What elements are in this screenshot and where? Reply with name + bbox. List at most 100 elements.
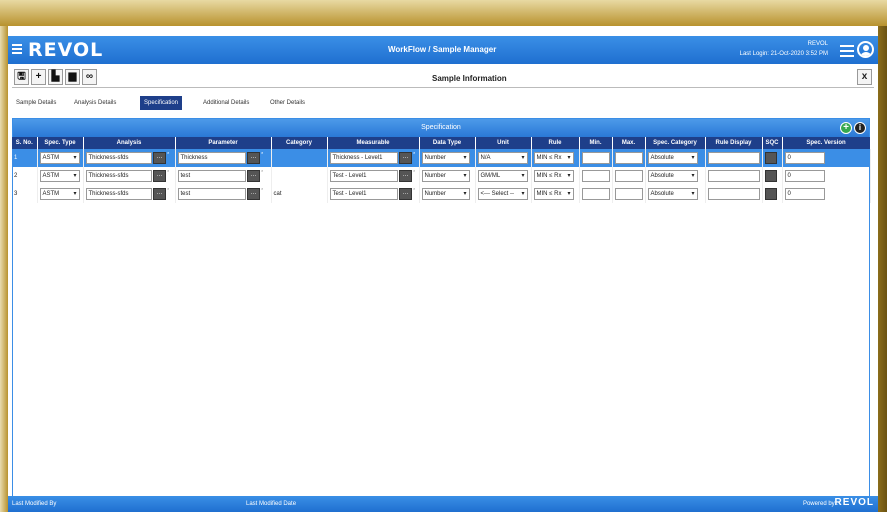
background-frame-left xyxy=(0,26,8,512)
max-input[interactable] xyxy=(614,170,643,182)
sqc-button[interactable] xyxy=(764,170,777,182)
parameter-input[interactable]: test xyxy=(177,170,246,182)
category-cell xyxy=(271,167,328,185)
spec-category-select[interactable]: Absolute ▾ xyxy=(647,152,698,164)
last-modified-date: Last Modified Date xyxy=(246,501,297,507)
measurable-input[interactable]: Test - Level1 xyxy=(329,188,398,200)
tab-analysis-details[interactable]: Analysis Details xyxy=(70,96,120,110)
table-row[interactable]: 1 ASTM ▾ Thickness-sfds … * Thickness … * T… xyxy=(12,149,871,167)
col-header[interactable]: Spec. Type xyxy=(37,137,84,149)
close-button[interactable]: x xyxy=(857,69,872,85)
tab-specification[interactable]: Specification xyxy=(140,96,183,110)
app-window: REVOL WorkFlow / Sample Manager REVOL La… xyxy=(8,26,878,512)
rule-value: MIN ≤ Rx xyxy=(536,191,562,197)
col-header[interactable]: Max. xyxy=(612,137,646,149)
required-marker: * xyxy=(413,188,416,194)
table-row[interactable]: 3 ASTM ▾ Thickness-sfds … * test … * cat Te… xyxy=(12,185,871,203)
col-header[interactable]: Analysis xyxy=(83,137,176,149)
measurable-input[interactable]: Test - Level1 xyxy=(329,170,398,182)
hamburger-menu-icon[interactable] xyxy=(840,45,854,57)
col-header[interactable]: Data Type xyxy=(419,137,476,149)
category-cell xyxy=(271,149,328,167)
rule-display-input[interactable] xyxy=(707,170,760,182)
sqc-button[interactable] xyxy=(764,152,777,164)
header-title: WorkFlow / Sample Manager xyxy=(388,45,497,54)
background-frame-top xyxy=(0,0,887,26)
lookup-button[interactable]: … xyxy=(247,188,261,200)
col-header[interactable]: S. No. xyxy=(12,137,38,149)
spec-category-select[interactable]: Absolute ▾ xyxy=(647,170,698,182)
col-header[interactable]: Rule xyxy=(531,137,580,149)
min-input[interactable] xyxy=(581,188,610,200)
col-header[interactable]: SQC xyxy=(762,137,783,149)
col-header[interactable]: Parameter xyxy=(175,137,272,149)
col-header[interactable]: Min. xyxy=(579,137,613,149)
min-input[interactable] xyxy=(581,170,610,182)
lookup-button[interactable]: … xyxy=(153,170,167,182)
tab-additional-details[interactable]: Additional Details xyxy=(199,96,253,110)
rule-display-input[interactable] xyxy=(707,188,760,200)
factory-icon[interactable]: ▙ xyxy=(48,69,63,85)
parameter-input[interactable]: Thickness xyxy=(177,152,246,164)
spec-type-select[interactable]: ASTM ▾ xyxy=(39,188,80,200)
lookup-button[interactable]: … xyxy=(247,152,261,164)
lookup-button[interactable]: … xyxy=(247,170,261,182)
col-header[interactable]: Measurable xyxy=(327,137,420,149)
save-icon[interactable]: 🖫 xyxy=(14,69,29,85)
spec-category-select[interactable]: Absolute ▾ xyxy=(647,188,698,200)
add-row-icon[interactable]: + xyxy=(840,122,852,134)
spec-category-value: Absolute xyxy=(650,191,674,197)
unit-value: N/A xyxy=(480,155,491,161)
tab-other-details[interactable]: Other Details xyxy=(266,96,309,110)
analysis-input[interactable]: Thickness-sfds xyxy=(85,152,152,164)
min-input[interactable] xyxy=(581,152,610,164)
menu-icon[interactable] xyxy=(12,44,24,55)
binoculars-icon[interactable]: ∞ xyxy=(82,69,97,85)
chevron-down-icon: ▾ xyxy=(567,173,571,179)
data-type-select[interactable]: Number ▾ xyxy=(421,152,470,164)
max-input[interactable] xyxy=(614,152,643,164)
parameter-input[interactable]: test xyxy=(177,188,246,200)
lookup-button[interactable]: … xyxy=(399,188,413,200)
rule-select[interactable]: MIN ≤ Rx ▾ xyxy=(533,170,574,182)
spec-version-input[interactable]: 0 xyxy=(784,152,825,164)
tab-sample-details[interactable]: Sample Details xyxy=(12,96,60,110)
chevron-down-icon: ▾ xyxy=(521,155,525,161)
data-type-select[interactable]: Number ▾ xyxy=(421,188,470,200)
spec-version-input[interactable]: 0 xyxy=(784,170,825,182)
add-icon[interactable]: + xyxy=(31,69,46,85)
sno-cell: 3 xyxy=(12,185,38,203)
col-header[interactable]: Rule Display xyxy=(705,137,763,149)
spec-version-input[interactable]: 0 xyxy=(784,188,825,200)
unit-select[interactable]: <--- Select -- ▾ xyxy=(477,188,528,200)
rule-select[interactable]: MIN ≤ Rx ▾ xyxy=(533,152,574,164)
unit-select[interactable]: GM/ML ▾ xyxy=(477,170,528,182)
sqc-button[interactable] xyxy=(764,188,777,200)
required-marker: * xyxy=(167,170,170,176)
col-header[interactable]: Spec. Version xyxy=(782,137,871,149)
col-header[interactable]: Unit xyxy=(475,137,532,149)
required-marker: * xyxy=(413,152,416,158)
spec-type-select[interactable]: ASTM ▾ xyxy=(39,170,80,182)
analysis-input[interactable]: Thickness-sfds xyxy=(85,170,152,182)
rule-select[interactable]: MIN ≤ Rx ▾ xyxy=(533,188,574,200)
lookup-button[interactable]: … xyxy=(399,152,413,164)
col-header[interactable]: Category xyxy=(271,137,328,149)
col-header[interactable]: Spec. Category xyxy=(645,137,706,149)
lookup-button[interactable]: … xyxy=(153,152,167,164)
data-type-select[interactable]: Number ▾ xyxy=(421,170,470,182)
unit-select[interactable]: N/A ▾ xyxy=(477,152,528,164)
required-marker: * xyxy=(261,170,264,176)
print-icon[interactable]: ▆ xyxy=(65,69,80,85)
max-input[interactable] xyxy=(614,188,643,200)
rule-display-input[interactable] xyxy=(707,152,760,164)
measurable-input[interactable]: Thickness - Level1 xyxy=(329,152,398,164)
spec-type-select[interactable]: ASTM ▾ xyxy=(39,152,80,164)
analysis-input[interactable]: Thickness-sfds xyxy=(85,188,152,200)
lookup-button[interactable]: … xyxy=(153,188,167,200)
user-profile-icon[interactable] xyxy=(857,41,874,58)
required-marker: * xyxy=(413,170,416,176)
table-row[interactable]: 2 ASTM ▾ Thickness-sfds … * test … * Test -… xyxy=(12,167,871,185)
lookup-button[interactable]: … xyxy=(399,170,413,182)
info-icon[interactable]: i xyxy=(854,122,866,134)
